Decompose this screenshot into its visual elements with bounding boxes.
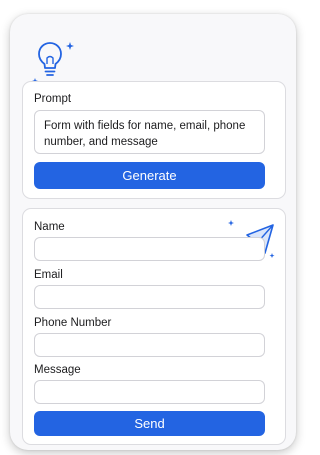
message-field[interactable] [34, 380, 265, 404]
email-field[interactable] [34, 285, 265, 309]
send-button[interactable]: Send [34, 411, 265, 436]
generate-button[interactable]: Generate [34, 162, 265, 189]
prompt-panel: Prompt Form with fields for name, email,… [22, 81, 286, 199]
phone-number-label: Phone Number [34, 317, 112, 329]
email-label: Email [34, 269, 63, 281]
generated-form-panel: Name Email Phone Number Message Send [22, 208, 286, 445]
generator-card: Prompt Form with fields for name, email,… [10, 14, 296, 450]
prompt-label: Prompt [34, 93, 72, 105]
name-label: Name [34, 221, 65, 233]
phone-number-field[interactable] [34, 333, 265, 357]
prompt-input[interactable]: Form with fields for name, email, phone … [34, 110, 265, 154]
message-label: Message [34, 364, 81, 376]
prompt-input-text: Form with fields for name, email, phone … [44, 120, 246, 148]
name-field[interactable] [34, 237, 265, 261]
